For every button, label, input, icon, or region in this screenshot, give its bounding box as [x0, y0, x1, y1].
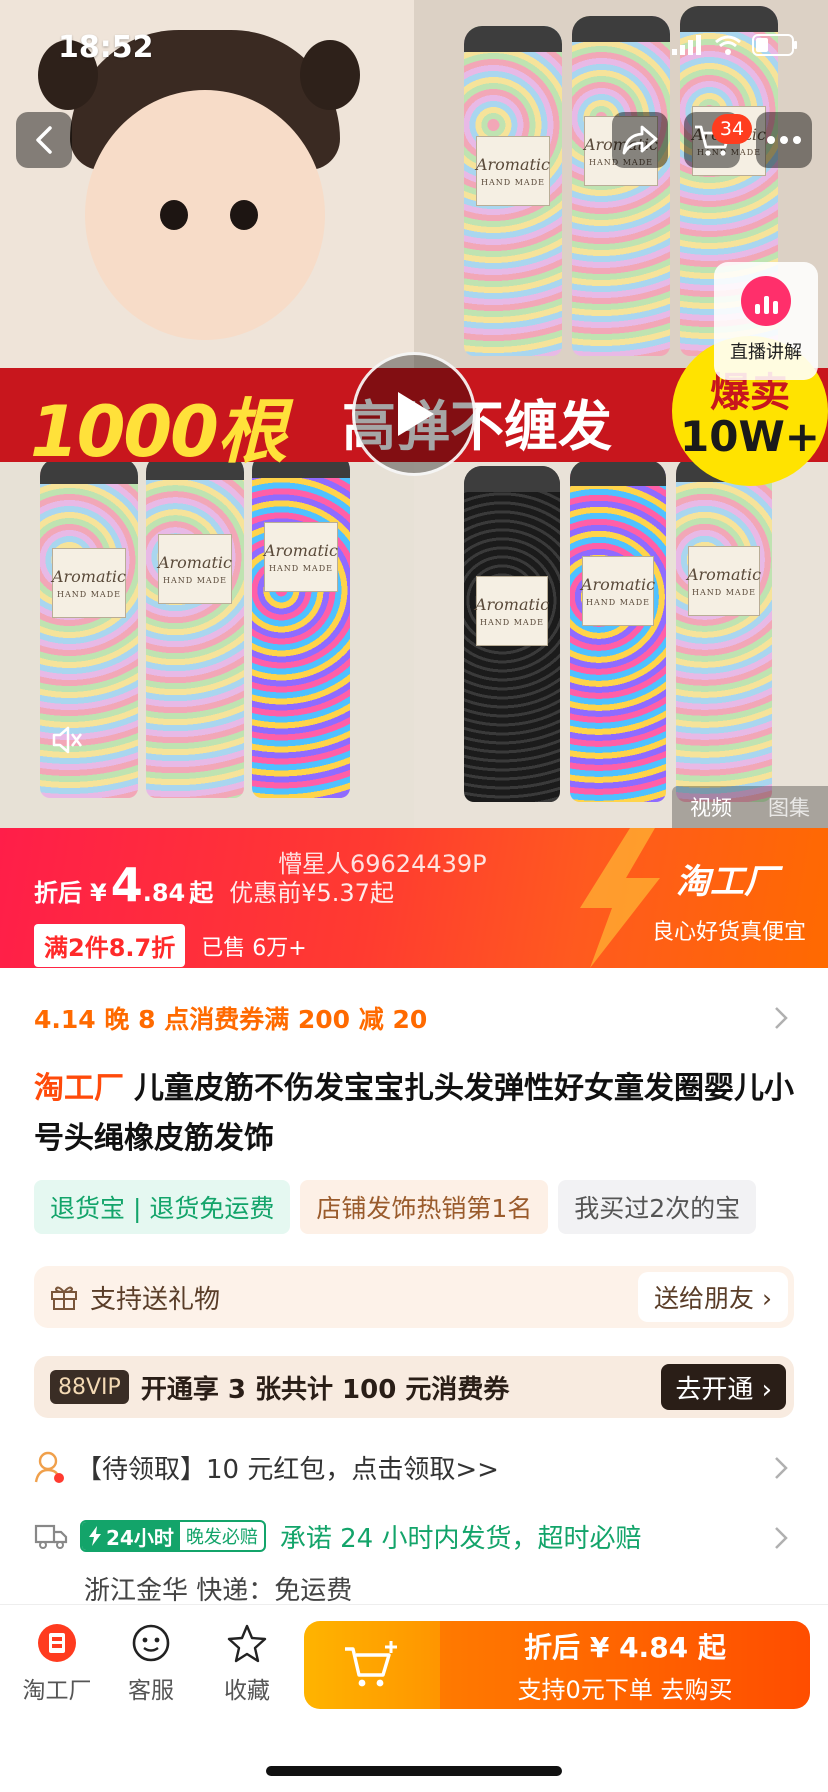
play-icon [398, 392, 434, 436]
shipping-row[interactable]: 24小时 晚发必赔 承诺 24 小时内发货，超时必赔 浙江金华 快递：免运费 [34, 1512, 794, 1607]
ship-24h-badge: 24小时 晚发必赔 [80, 1520, 266, 1552]
tag-list: 退货宝 | 退货免运费 店铺发饰热销第1名 我买过2次的宝 [34, 1180, 757, 1234]
lightning-icon [580, 828, 660, 968]
share-icon [622, 125, 658, 155]
add-to-cart-button[interactable] [304, 1621, 440, 1709]
buy-button[interactable]: 折后 ¥ 4.84 起 支持0元下单 去购买 [304, 1621, 810, 1709]
multi-buy-promo: 满2件8.7折 [34, 924, 186, 967]
battery-icon [752, 34, 797, 56]
live-explain-label: 直播讲解 [730, 342, 802, 363]
price-row: 折后 ¥ 4 .84 起 优惠前¥5.37起 [34, 858, 394, 912]
back-button[interactable] [16, 112, 72, 168]
brand-slogan: 良心好货真便宜 [651, 920, 806, 945]
live-explain-button[interactable]: 直播讲解 [714, 262, 818, 380]
customer-service-label: 客服 [128, 1678, 174, 1704]
media-tabs: 视频 图集 [672, 786, 828, 828]
coupon-text: 4.14 晚 8 点消费券满 200 减 20 [34, 1005, 428, 1034]
add-cart-icon [345, 1641, 397, 1687]
cart-count-badge: 34 [712, 114, 752, 144]
price-integer: 4 [110, 858, 143, 912]
home-indicator [266, 1766, 562, 1776]
send-to-friend-button[interactable]: 送给朋友 › [638, 1272, 788, 1322]
product-title: 淘工厂 儿童皮筋不伤发宝宝扎头发弹性好女童发圈婴儿小号头绳橡皮筋发饰 [34, 1064, 794, 1164]
ship-promise: 承诺 24 小时内发货，超时必赔 [279, 1523, 642, 1554]
buy-action-label: 支持0元下单 去购买 [517, 1675, 733, 1704]
gift-icon [51, 1286, 77, 1310]
chevron-right-icon [775, 1457, 788, 1479]
price-before-discount: 优惠前¥5.37起 [229, 879, 394, 907]
brand-name: 淘工厂 [676, 862, 778, 902]
wifi-icon [715, 35, 741, 55]
store-logo-icon [38, 1624, 76, 1662]
red-packet-row[interactable]: 【待领取】10 元红包，点击领取>> [34, 1442, 794, 1492]
gift-bar[interactable]: 支持送礼物 送给朋友 › [34, 1266, 794, 1328]
store-button[interactable]: 淘工厂 [12, 1623, 102, 1705]
title-brand: 淘工厂 [34, 1071, 124, 1106]
gift-label: 支持送礼物 [90, 1284, 221, 1315]
coupon-row[interactable]: 4.14 晚 8 点消费券满 200 减 20 [34, 1000, 794, 1036]
customer-service-button[interactable]: 客服 [106, 1623, 196, 1705]
jars-photo-bottom-left: Aromatic HAND MADE Aromatic HAND MADE Arom… [0, 452, 414, 828]
banner-count: 1000根 [30, 391, 287, 473]
vip-open-button[interactable]: 去开通 › [661, 1364, 786, 1410]
truck-icon [34, 1524, 68, 1549]
mute-icon[interactable] [50, 724, 84, 756]
buy-price-label: 折后 ¥ 4.84 起 [524, 1630, 726, 1664]
vip-badge: 88VIP [50, 1370, 129, 1404]
tag-repurchase[interactable]: 我买过2次的宝 [558, 1180, 757, 1234]
tab-video[interactable]: 视频 [690, 792, 732, 822]
vip-bar[interactable]: 88VIP 开通享 3 张共计 100 元消费券 去开通 › [34, 1356, 794, 1418]
chat-face-icon [132, 1624, 170, 1662]
title-text: 儿童皮筋不伤发宝宝扎头发弹性好女童发圈婴儿小号头绳橡皮筋发饰 [34, 1071, 794, 1156]
store-label: 淘工厂 [22, 1678, 92, 1704]
sold-count: 已售 6万+ [201, 935, 307, 961]
price-band: 懵星人69624439P 折后 ¥ 4 .84 起 优惠前¥5.37起 满2件8… [0, 828, 828, 968]
status-icons [672, 34, 798, 56]
more-button[interactable] [756, 112, 812, 168]
buy-now-button[interactable]: 折后 ¥ 4.84 起 支持0元下单 去购买 [440, 1621, 810, 1709]
ship-location: 浙江金华 快递：免运费 [84, 1576, 353, 1606]
favorite-label: 收藏 [224, 1678, 270, 1704]
price-prefix: 折后 [34, 879, 82, 907]
chevron-right-icon [775, 1527, 788, 1549]
tab-gallery[interactable]: 图集 [768, 792, 810, 822]
share-button[interactable] [612, 112, 668, 168]
bottom-action-bar: 淘工厂 客服 收藏 折后 ¥ 4.84 起 支持0元下单 去购买 [0, 1604, 828, 1724]
price-decimal: .84 [142, 879, 186, 907]
chevron-left-icon [36, 126, 52, 154]
star-icon [227, 1624, 267, 1663]
live-bars-icon [741, 276, 791, 326]
tag-return-insurance[interactable]: 退货宝 | 退货免运费 [34, 1180, 291, 1234]
signal-icon [672, 35, 701, 55]
red-packet-icon [34, 1451, 64, 1483]
favorite-button[interactable]: 收藏 [202, 1623, 292, 1705]
play-video-button[interactable] [352, 352, 476, 476]
bolt-icon [89, 1526, 101, 1546]
price-suffix: 起 [189, 879, 214, 907]
more-icon [767, 136, 801, 144]
price-currency: ¥ [90, 879, 107, 907]
chevron-right-icon [775, 1007, 788, 1029]
red-packet-text: 【待领取】10 元红包，点击领取>> [76, 1454, 499, 1485]
jars-photo-bottom-right: Aromatic HAND MADE Aromatic HAND MADE Arom… [414, 456, 828, 828]
tag-bestseller[interactable]: 店铺发饰热销第1名 [300, 1180, 549, 1234]
vip-offer-text: 开通享 3 张共计 100 元消费券 [140, 1374, 510, 1405]
status-time: 18:52 [58, 30, 154, 65]
